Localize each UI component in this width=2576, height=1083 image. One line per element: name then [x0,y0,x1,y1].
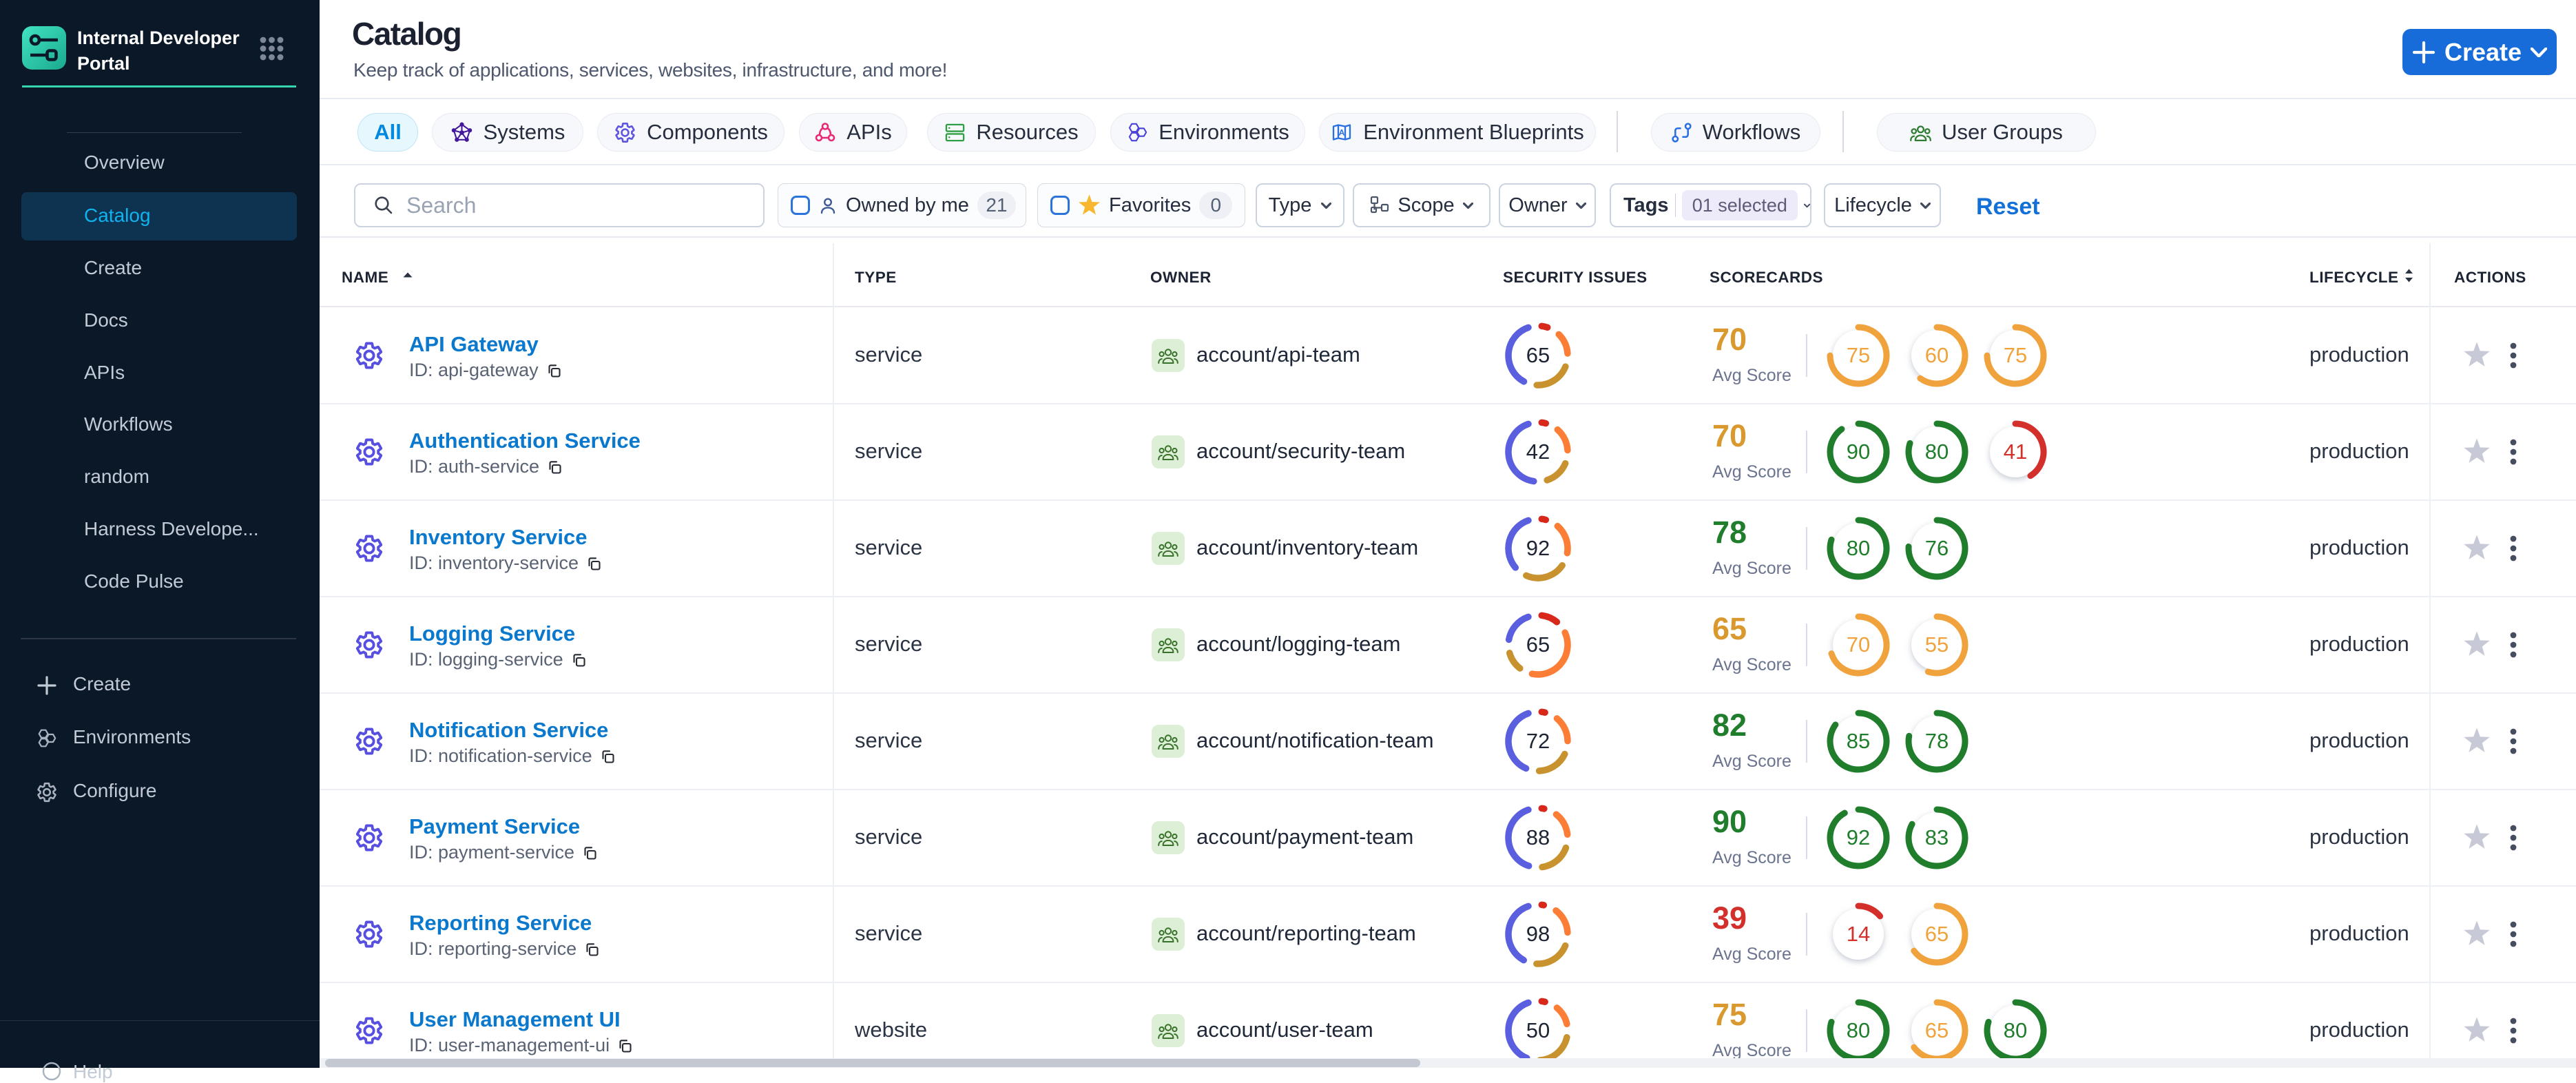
svg-text:A: A [1339,128,1345,138]
